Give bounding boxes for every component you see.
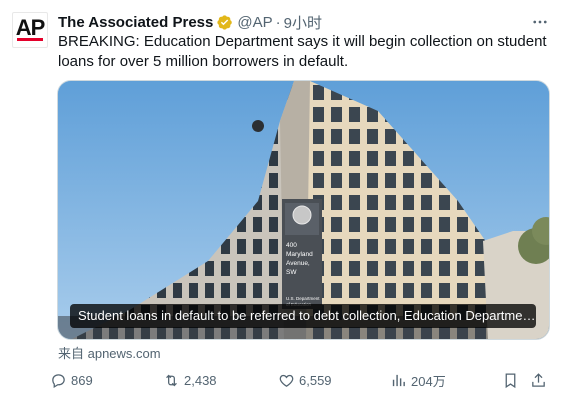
repost-count: 2,438 [184,372,217,388]
more-options-icon[interactable] [530,12,550,32]
heart-icon [279,374,294,387]
avatar[interactable]: AP [12,12,48,48]
views-button[interactable]: 204万 [390,370,446,390]
author-handle[interactable]: @AP [237,14,272,31]
analytics-icon [392,374,405,386]
bookmark-button[interactable] [502,370,519,390]
verified-badge-icon[interactable] [216,14,233,31]
link-card-image[interactable]: 400 Maryland Avenue, SW U.S. Department … [57,80,550,340]
post-time[interactable]: 9小时 [284,12,322,33]
reply-count: 869 [71,372,93,388]
tweet-text: BREAKING: Education Department says it w… [58,33,547,70]
sign-line: SW [286,269,297,276]
sign-line: Maryland [286,251,313,258]
sign-line: Avenue, [286,260,310,267]
ap-logo-bar [17,38,43,41]
reply-button[interactable]: 869 [50,370,93,390]
share-button[interactable] [530,370,547,390]
separator-dot: · [275,13,281,31]
link-card-caption: Student loans in default to be referred … [70,304,536,328]
ap-logo-text: AP [15,15,46,40]
bookmark-icon [505,372,516,388]
like-count: 6,559 [299,372,332,388]
building-photo: 400 Maryland Avenue, SW U.S. Department … [58,81,549,339]
sign-line: 400 [286,242,297,249]
like-button[interactable]: 6,559 [278,370,332,390]
repost-icon [166,374,177,386]
reply-icon [52,373,65,388]
tweet-header: The Associated Press @AP · 9小时 [58,12,550,32]
author-name[interactable]: The Associated Press [58,14,213,31]
tweet-actions: 869 2,438 6,559 204万 [50,370,550,390]
share-icon [532,372,545,387]
repost-button[interactable]: 2,438 [163,370,217,390]
views-count: 204万 [411,373,446,389]
dept-line: U.S. Department [286,296,320,301]
link-source[interactable]: 来自 apnews.com [58,343,161,362]
